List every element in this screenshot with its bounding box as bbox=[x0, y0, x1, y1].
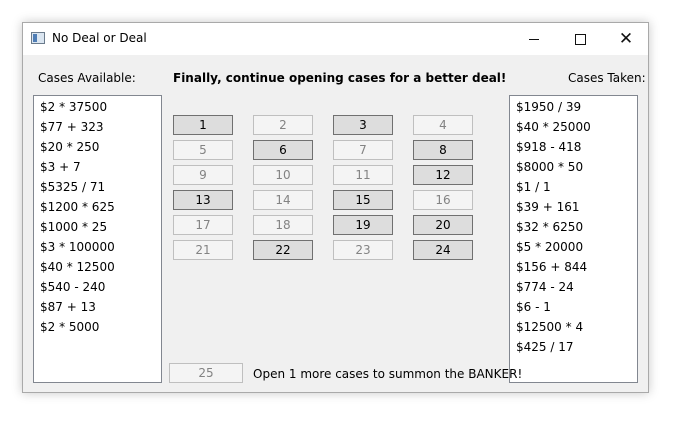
case-button-4[interactable]: 4 bbox=[413, 115, 473, 135]
taken-list-item[interactable]: $5 * 20000 bbox=[516, 239, 637, 259]
taken-list-item[interactable]: $12500 * 4 bbox=[516, 319, 637, 339]
close-icon: ✕ bbox=[618, 28, 634, 49]
available-list-item[interactable]: $1200 * 625 bbox=[40, 199, 161, 219]
available-list-item[interactable]: $77 + 323 bbox=[40, 119, 161, 139]
main-window: No Deal or Deal ✕ Cases Available: Final… bbox=[22, 22, 649, 393]
case-button-25[interactable]: 25 bbox=[169, 363, 243, 383]
case-button-20[interactable]: 20 bbox=[413, 215, 473, 235]
available-list-item[interactable]: $40 * 12500 bbox=[40, 259, 161, 279]
app-icon bbox=[31, 32, 45, 44]
case-button-24[interactable]: 24 bbox=[413, 240, 473, 260]
case-button-3[interactable]: 3 bbox=[333, 115, 393, 135]
case-button-2[interactable]: 2 bbox=[253, 115, 313, 135]
taken-list-item[interactable]: $8000 * 50 bbox=[516, 159, 637, 179]
taken-list-item[interactable]: $774 - 24 bbox=[516, 279, 637, 299]
case-button-7[interactable]: 7 bbox=[333, 140, 393, 160]
taken-list-item[interactable]: $1950 / 39 bbox=[516, 99, 637, 119]
taken-list-item[interactable]: $40 * 25000 bbox=[516, 119, 637, 139]
taken-list-item[interactable]: $1 / 1 bbox=[516, 179, 637, 199]
title-bar[interactable]: No Deal or Deal ✕ bbox=[23, 23, 648, 55]
status-message: Open 1 more cases to summon the BANKER! bbox=[253, 367, 523, 381]
available-list-item[interactable]: $2 * 5000 bbox=[40, 319, 161, 339]
maximize-icon bbox=[574, 33, 586, 45]
case-button-13[interactable]: 13 bbox=[173, 190, 233, 210]
cases-available-list[interactable]: $2 * 37500 $77 + 323 $20 * 250 $3 + 7 $5325 … bbox=[33, 95, 162, 383]
taken-list-item[interactable]: $6 - 1 bbox=[516, 299, 637, 319]
available-list-item[interactable]: $87 + 13 bbox=[40, 299, 161, 319]
case-button-23[interactable]: 23 bbox=[333, 240, 393, 260]
taken-list-item[interactable]: $425 / 17 bbox=[516, 339, 637, 359]
case-button-21[interactable]: 21 bbox=[173, 240, 233, 260]
available-list-item[interactable]: $20 * 250 bbox=[40, 139, 161, 159]
case-button-22[interactable]: 22 bbox=[253, 240, 313, 260]
close-button[interactable]: ✕ bbox=[603, 23, 649, 55]
taken-list-item[interactable]: $156 + 844 bbox=[516, 259, 637, 279]
case-button-14[interactable]: 14 bbox=[253, 190, 313, 210]
window-title: No Deal or Deal bbox=[52, 31, 147, 45]
minimize-icon bbox=[529, 38, 539, 40]
case-button-17[interactable]: 17 bbox=[173, 215, 233, 235]
available-list-item[interactable]: $5325 / 71 bbox=[40, 179, 161, 199]
available-list-item[interactable]: $3 * 100000 bbox=[40, 239, 161, 259]
taken-list-item[interactable]: $918 - 418 bbox=[516, 139, 637, 159]
cases-taken-label: Cases Taken: bbox=[568, 71, 646, 85]
available-list-item[interactable]: $2 * 37500 bbox=[40, 99, 161, 119]
taken-list-item[interactable]: $32 * 6250 bbox=[516, 219, 637, 239]
case-button-18[interactable]: 18 bbox=[253, 215, 313, 235]
minimize-button[interactable] bbox=[511, 23, 557, 55]
case-button-8[interactable]: 8 bbox=[413, 140, 473, 160]
case-button-5[interactable]: 5 bbox=[173, 140, 233, 160]
case-button-9[interactable]: 9 bbox=[173, 165, 233, 185]
instruction-label: Finally, continue opening cases for a be… bbox=[173, 71, 507, 85]
case-button-6[interactable]: 6 bbox=[253, 140, 313, 160]
maximize-button[interactable] bbox=[557, 23, 603, 55]
case-button-19[interactable]: 19 bbox=[333, 215, 393, 235]
cases-taken-list[interactable]: $1950 / 39 $40 * 25000 $918 - 418 $8000 * 5… bbox=[509, 95, 638, 383]
taken-list-item[interactable]: $39 + 161 bbox=[516, 199, 637, 219]
cases-available-label: Cases Available: bbox=[38, 71, 136, 85]
available-list-item[interactable]: $1000 * 25 bbox=[40, 219, 161, 239]
case-button-12[interactable]: 12 bbox=[413, 165, 473, 185]
case-button-16[interactable]: 16 bbox=[413, 190, 473, 210]
available-list-item[interactable]: $540 - 240 bbox=[40, 279, 161, 299]
case-button-1[interactable]: 1 bbox=[173, 115, 233, 135]
case-button-11[interactable]: 11 bbox=[333, 165, 393, 185]
case-button-15[interactable]: 15 bbox=[333, 190, 393, 210]
case-button-10[interactable]: 10 bbox=[253, 165, 313, 185]
available-list-item[interactable]: $3 + 7 bbox=[40, 159, 161, 179]
